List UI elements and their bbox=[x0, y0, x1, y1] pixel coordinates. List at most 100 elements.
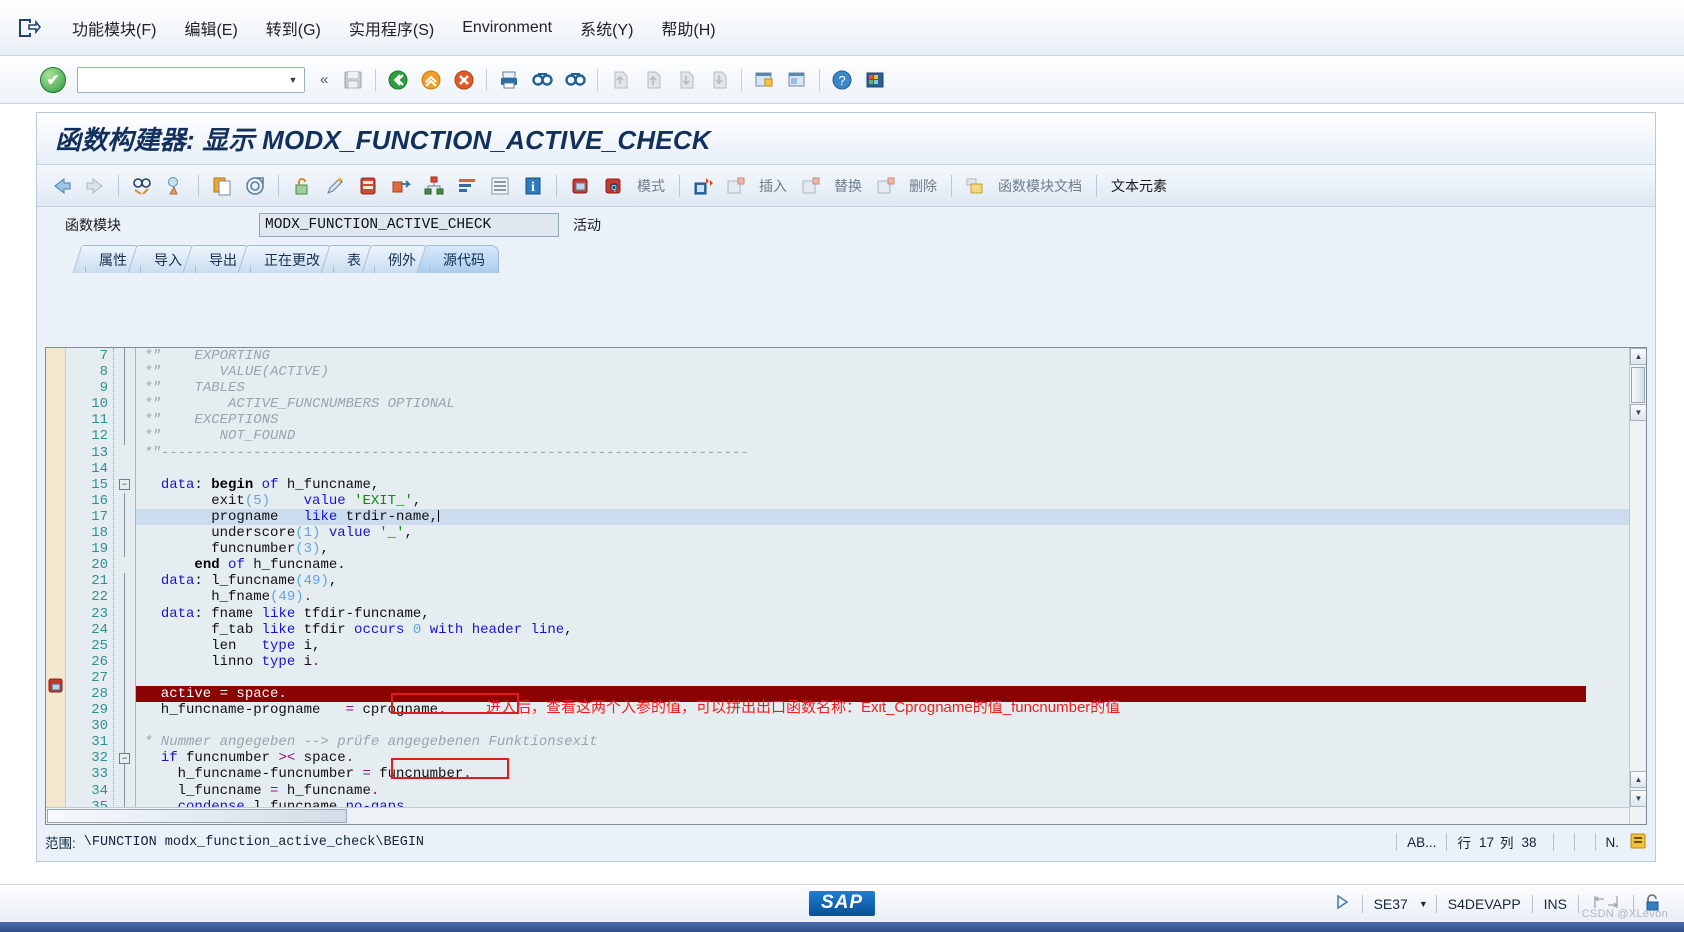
insert-label[interactable]: 插入 bbox=[753, 176, 793, 196]
list-icon[interactable] bbox=[485, 171, 515, 201]
create-session-icon[interactable] bbox=[750, 66, 778, 94]
forward-arrow-icon[interactable] bbox=[80, 171, 110, 201]
previous-page-icon[interactable] bbox=[639, 66, 667, 94]
check-syntax-icon[interactable] bbox=[160, 171, 190, 201]
breakpoint-marker-icon[interactable] bbox=[48, 678, 64, 694]
create-shortcut-icon[interactable] bbox=[783, 66, 811, 94]
code-line[interactable]: *" TABLES bbox=[136, 380, 1646, 396]
code-line[interactable]: * Nummer angegeben --> prüfe angegebenen… bbox=[136, 734, 1646, 750]
code-line[interactable]: data: l_funcname(49), bbox=[136, 573, 1646, 589]
code-line[interactable]: data: fname like tfdir-funcname, bbox=[136, 606, 1646, 622]
code-line[interactable]: *" EXCEPTIONS bbox=[136, 412, 1646, 428]
code-folding-gutter[interactable]: − − bbox=[114, 348, 136, 824]
sort-icon[interactable] bbox=[452, 171, 482, 201]
horizontal-scroll-thumb[interactable] bbox=[47, 809, 347, 823]
replace-label[interactable]: 替换 bbox=[828, 176, 868, 196]
editor-note-icon[interactable] bbox=[1619, 832, 1647, 853]
fold-toggle[interactable]: − bbox=[119, 478, 130, 490]
activate-icon[interactable] bbox=[287, 171, 317, 201]
code-line[interactable]: funcnumber(3), bbox=[136, 541, 1646, 557]
code-line[interactable]: progname like trdir-name, bbox=[136, 508, 1646, 526]
command-input[interactable] bbox=[78, 67, 282, 92]
command-dropdown-icon[interactable]: ▼ bbox=[282, 68, 304, 92]
code-line[interactable]: h_funcname-funcnumber = funcnumber. bbox=[136, 766, 1646, 782]
function-docs-icon[interactable] bbox=[960, 171, 990, 201]
find-icon[interactable] bbox=[528, 66, 556, 94]
code-line[interactable]: *"--------------------------------------… bbox=[136, 445, 1646, 461]
menu-function-module[interactable]: 功能模块(F) bbox=[58, 12, 170, 44]
next-page-icon[interactable] bbox=[672, 66, 700, 94]
where-used-icon[interactable] bbox=[353, 171, 383, 201]
pretty-printer-icon[interactable] bbox=[320, 171, 350, 201]
menu-help[interactable]: 帮助(H) bbox=[647, 12, 729, 44]
scroll-up-button[interactable]: ▲ bbox=[1630, 348, 1646, 365]
function-docs-label[interactable]: 函数模块文档 bbox=[992, 176, 1088, 196]
split-screen-icon[interactable] bbox=[688, 171, 718, 201]
code-line[interactable]: if funcnumber >< space. bbox=[136, 750, 1646, 766]
delete-label[interactable]: 删除 bbox=[903, 176, 943, 196]
function-docs-group[interactable]: 函数模块文档 bbox=[960, 171, 1088, 201]
breakpoint-gutter[interactable] bbox=[46, 348, 66, 824]
code-line[interactable]: linno type i. bbox=[136, 654, 1646, 670]
last-page-icon[interactable] bbox=[705, 66, 733, 94]
copy-icon[interactable] bbox=[207, 171, 237, 201]
replace-group[interactable]: 替换 bbox=[796, 171, 868, 201]
menu-utilities[interactable]: 实用程序(S) bbox=[335, 12, 448, 44]
code-line[interactable] bbox=[136, 461, 1646, 477]
back-arrow-icon[interactable] bbox=[47, 171, 77, 201]
debug-icon[interactable] bbox=[565, 171, 595, 201]
insert-overwrite-mode[interactable]: INS bbox=[1533, 896, 1578, 912]
code-line[interactable]: h_fname(49). bbox=[136, 589, 1646, 605]
enter-ok-icon[interactable]: ✔ bbox=[40, 66, 66, 93]
delete-group[interactable]: 删除 bbox=[871, 171, 943, 201]
source-code-editor[interactable]: 7 8 9 10 11 12 13 14 15 16 17 18 19 20 21 22 23 24 25 26 27 2… bbox=[45, 347, 1647, 825]
menu-system[interactable]: 系统(Y) bbox=[566, 12, 647, 44]
code-line[interactable]: end of h_funcname. bbox=[136, 557, 1646, 573]
code-line[interactable]: underscore(1) value '_', bbox=[136, 525, 1646, 541]
code-line[interactable]: len type i, bbox=[136, 638, 1646, 654]
horizontal-scrollbar[interactable] bbox=[46, 807, 1629, 824]
scroll-page-up-button[interactable]: ▼ bbox=[1630, 404, 1646, 421]
delete-icon[interactable] bbox=[871, 171, 901, 201]
save-icon[interactable] bbox=[339, 66, 367, 94]
menu-edit[interactable]: 编辑(E) bbox=[170, 12, 251, 44]
pattern-icon[interactable] bbox=[240, 171, 270, 201]
exit-icon[interactable] bbox=[417, 66, 445, 94]
transaction-dropdown-icon[interactable]: ▼ bbox=[1419, 899, 1436, 909]
back-icon[interactable] bbox=[384, 66, 412, 94]
display-change-icon[interactable] bbox=[127, 171, 157, 201]
code-line[interactable]: *" VALUE(ACTIVE) bbox=[136, 364, 1646, 380]
insert-group[interactable]: 插入 bbox=[721, 171, 793, 201]
navigate-icon[interactable] bbox=[386, 171, 416, 201]
vertical-scrollbar[interactable]: ▲ ▼ ▲ ▼ bbox=[1629, 348, 1646, 824]
fold-toggle[interactable]: − bbox=[119, 752, 130, 764]
tab-source-code[interactable]: 源代码 bbox=[429, 245, 499, 273]
print-icon[interactable] bbox=[495, 66, 523, 94]
find-next-icon[interactable] bbox=[561, 66, 589, 94]
code-line[interactable]: exit(5) value 'EXIT_', bbox=[136, 493, 1646, 509]
code-line[interactable]: data: begin of h_funcname, bbox=[136, 477, 1646, 493]
text-elements-button[interactable]: 文本元素 bbox=[1105, 176, 1173, 196]
servicing-arrow-icon[interactable] bbox=[1322, 894, 1362, 913]
replace-icon[interactable] bbox=[796, 171, 826, 201]
hierarchy-icon[interactable] bbox=[419, 171, 449, 201]
cancel-icon[interactable] bbox=[450, 66, 478, 94]
info-icon[interactable]: i bbox=[518, 171, 548, 201]
breakpoint-icon[interactable]: Q bbox=[598, 171, 628, 201]
mode-label[interactable]: 模式 bbox=[631, 176, 671, 196]
transaction-code[interactable]: SE37 bbox=[1363, 896, 1419, 912]
code-line[interactable] bbox=[136, 670, 1646, 686]
code-line[interactable]: *" EXPORTING bbox=[136, 348, 1646, 364]
menu-environment[interactable]: Environment bbox=[448, 15, 566, 41]
code-text-area[interactable]: *" EXPORTING *" VALUE(ACTIVE) *" TABLES *" … bbox=[136, 348, 1646, 824]
first-page-icon[interactable] bbox=[606, 66, 634, 94]
menu-goto[interactable]: 转到(G) bbox=[252, 12, 335, 44]
code-line[interactable]: f_tab like tfdir occurs 0 with header li… bbox=[136, 622, 1646, 638]
insert-icon[interactable] bbox=[721, 171, 751, 201]
scroll-page-down-button[interactable]: ▲ bbox=[1630, 771, 1646, 788]
vertical-scroll-thumb[interactable] bbox=[1631, 367, 1645, 403]
toolbar-collapse-icon[interactable]: « bbox=[314, 71, 334, 88]
code-line[interactable]: l_funcname = h_funcname. bbox=[136, 783, 1646, 799]
scroll-down-button[interactable]: ▼ bbox=[1630, 790, 1646, 807]
function-module-input[interactable]: MODX_FUNCTION_ACTIVE_CHECK bbox=[259, 213, 559, 237]
